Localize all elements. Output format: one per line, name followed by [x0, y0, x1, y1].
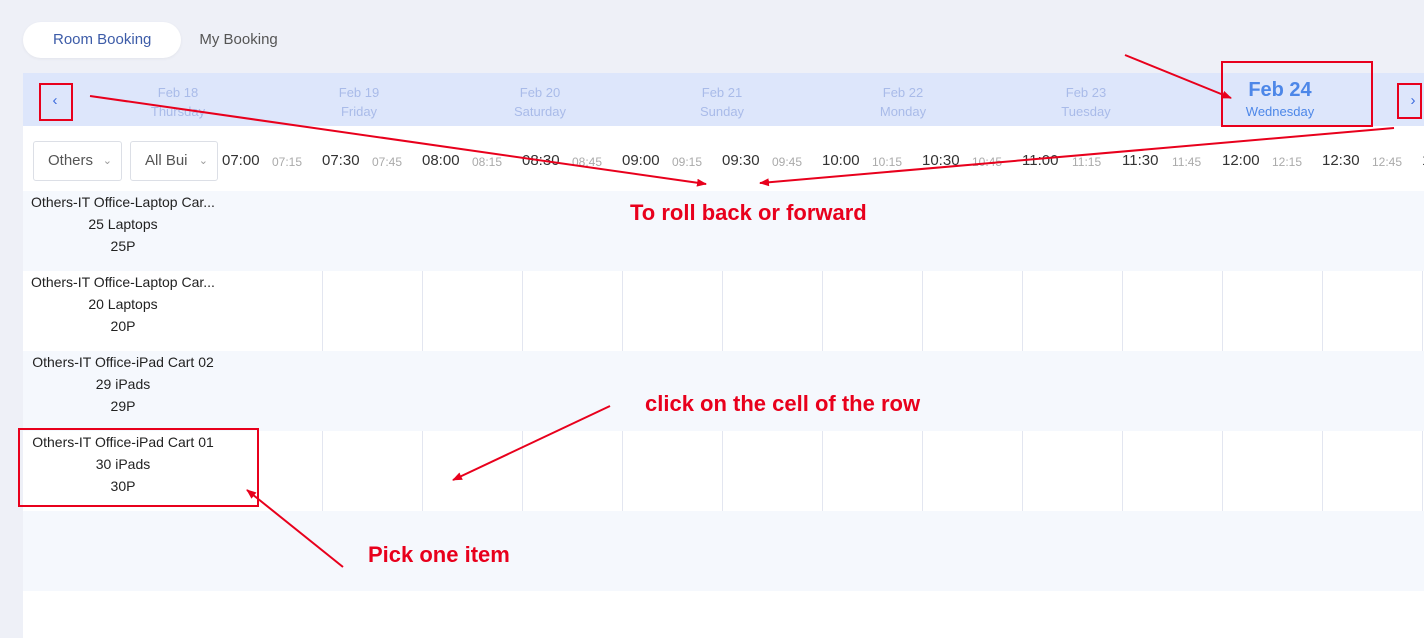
time-label: 12:00	[1222, 152, 1260, 169]
building-select[interactable]: All Bui ⌄	[130, 141, 218, 181]
category-select-value: Others	[48, 152, 94, 169]
room-description: 30 iPads	[95, 456, 151, 472]
room-label[interactable]: Others-IT Office-iPad Cart 01 30 iPads 3…	[23, 431, 223, 511]
chevron-down-icon: ⌄	[102, 155, 112, 167]
time-sublabel: 12:15	[1272, 155, 1303, 169]
next-week-button[interactable]: ›	[1398, 84, 1424, 116]
room-description: 25 Laptops	[88, 216, 158, 232]
tab-my-booking[interactable]: My Booking	[181, 22, 295, 58]
date-label: Feb 18	[157, 85, 199, 100]
time-label: 12:30	[1322, 152, 1360, 169]
time-label: 11:30	[1122, 152, 1159, 169]
category-select[interactable]: Others ⌄	[33, 141, 122, 181]
room-label[interactable]: Others-IT Office-Laptop Car... 25 Laptop…	[23, 191, 223, 271]
room-label[interactable]: Others-IT Office-iPad Cart 02 29 iPads 2…	[23, 351, 223, 431]
time-label: 09:30	[722, 152, 760, 169]
date-label: Feb 23	[1065, 85, 1107, 100]
weekday-label: Tuesday	[1061, 104, 1111, 119]
time-label: 07:30	[322, 152, 360, 169]
table-row: Others-IT Office-iPad Cart 02 29 iPads 2…	[23, 351, 1424, 431]
room-name: Others-IT Office-Laptop Car...	[31, 274, 215, 290]
date-item[interactable]: Feb 18 Thursday	[118, 83, 238, 121]
weekday-label: Sunday	[699, 104, 745, 119]
time-sublabel: 08:45	[572, 155, 603, 169]
time-label: 08:30	[522, 152, 560, 169]
time-sublabel: 11:45	[1172, 155, 1202, 169]
chevron-down-icon: ⌄	[198, 155, 208, 167]
room-label[interactable]: Others-IT Office-Laptop Car... 20 Laptop…	[23, 271, 223, 351]
time-label: 10:30	[922, 152, 960, 169]
room-name: Others-IT Office-Laptop Car...	[31, 194, 215, 210]
room-capacity: 29P	[110, 398, 136, 414]
date-label: Feb 24	[1248, 79, 1312, 101]
weekday-label: Thursday	[150, 104, 206, 119]
weekday-label: Monday	[879, 104, 927, 119]
time-slot-cells[interactable]	[223, 191, 1424, 271]
chevron-left-icon: ‹	[52, 91, 58, 109]
room-name: Others-IT Office-iPad Cart 01	[32, 434, 214, 450]
room-capacity: 30P	[110, 478, 136, 494]
booking-tabs: Room Booking My Booking	[23, 22, 296, 58]
room-rows: Others-IT Office-Laptop Car... 25 Laptop…	[23, 191, 1424, 591]
room-name: Others-IT Office-iPad Cart 02	[32, 354, 214, 370]
chevron-right-icon: ›	[1410, 91, 1416, 109]
time-sublabel: 11:15	[1072, 155, 1102, 169]
time-sublabel: 09:15	[672, 155, 703, 169]
weekday-label: Friday	[340, 104, 378, 119]
date-item[interactable]: Feb 23 Tuesday	[1026, 83, 1146, 121]
time-slot-cells[interactable]	[223, 271, 1424, 351]
room-capacity: 25P	[110, 238, 136, 254]
weekday-label: Saturday	[513, 104, 567, 119]
room-capacity: 20P	[110, 318, 136, 334]
room-description: 29 iPads	[95, 376, 151, 392]
date-item[interactable]: Feb 19 Friday	[299, 83, 419, 121]
time-sublabel: 08:15	[472, 155, 503, 169]
time-sublabel: 12:45	[1372, 155, 1403, 169]
date-label: Feb 20	[519, 85, 561, 100]
date-label: Feb 21	[701, 85, 743, 100]
date-item[interactable]: Feb 22 Monday	[843, 83, 963, 121]
prev-week-button[interactable]: ‹	[40, 84, 70, 116]
date-item-selected[interactable]: Feb 24 Wednesday	[1220, 77, 1340, 121]
date-strip: ‹ Feb 18 Thursday Feb 19 Friday Feb 20 S…	[23, 73, 1424, 126]
date-item[interactable]: Feb 20 Saturday	[480, 83, 600, 121]
table-row: Others-IT Office-Laptop Car... 20 Laptop…	[23, 271, 1424, 351]
building-select-value: All Bui	[145, 152, 188, 169]
time-sublabel: 07:45	[372, 155, 403, 169]
time-label: 07:00	[222, 152, 260, 169]
time-header: 07:00 07:15 07:30 07:45 08:00 08:15 08:30 08:45…	[222, 146, 1424, 176]
time-slot-cells[interactable]	[223, 431, 1424, 511]
time-label: 11:00	[1022, 152, 1059, 169]
time-label: 08:00	[422, 152, 460, 169]
table-row-empty	[23, 511, 1424, 591]
room-description: 20 Laptops	[88, 296, 158, 312]
time-label: 09:00	[622, 152, 660, 169]
time-sublabel: 10:45	[972, 155, 1003, 169]
date-item[interactable]: Feb 21 Sunday	[662, 83, 782, 121]
weekday-label: Wednesday	[1245, 104, 1315, 119]
time-sublabel: 09:45	[772, 155, 803, 169]
schedule-panel: Others ⌄ All Bui ⌄ 07:00 07:15 07:30 07:45 0…	[23, 126, 1424, 638]
date-label: Feb 22	[882, 85, 924, 100]
time-label: 10:00	[822, 152, 860, 169]
table-row: Others-IT Office-Laptop Car... 25 Laptop…	[23, 191, 1424, 271]
time-slot-cells[interactable]	[223, 351, 1424, 431]
time-sublabel: 07:15	[272, 155, 303, 169]
table-row: Others-IT Office-iPad Cart 01 30 iPads 3…	[23, 431, 1424, 511]
date-label: Feb 19	[338, 85, 380, 100]
tab-room-booking[interactable]: Room Booking	[23, 22, 182, 58]
time-sublabel: 10:15	[872, 155, 903, 169]
